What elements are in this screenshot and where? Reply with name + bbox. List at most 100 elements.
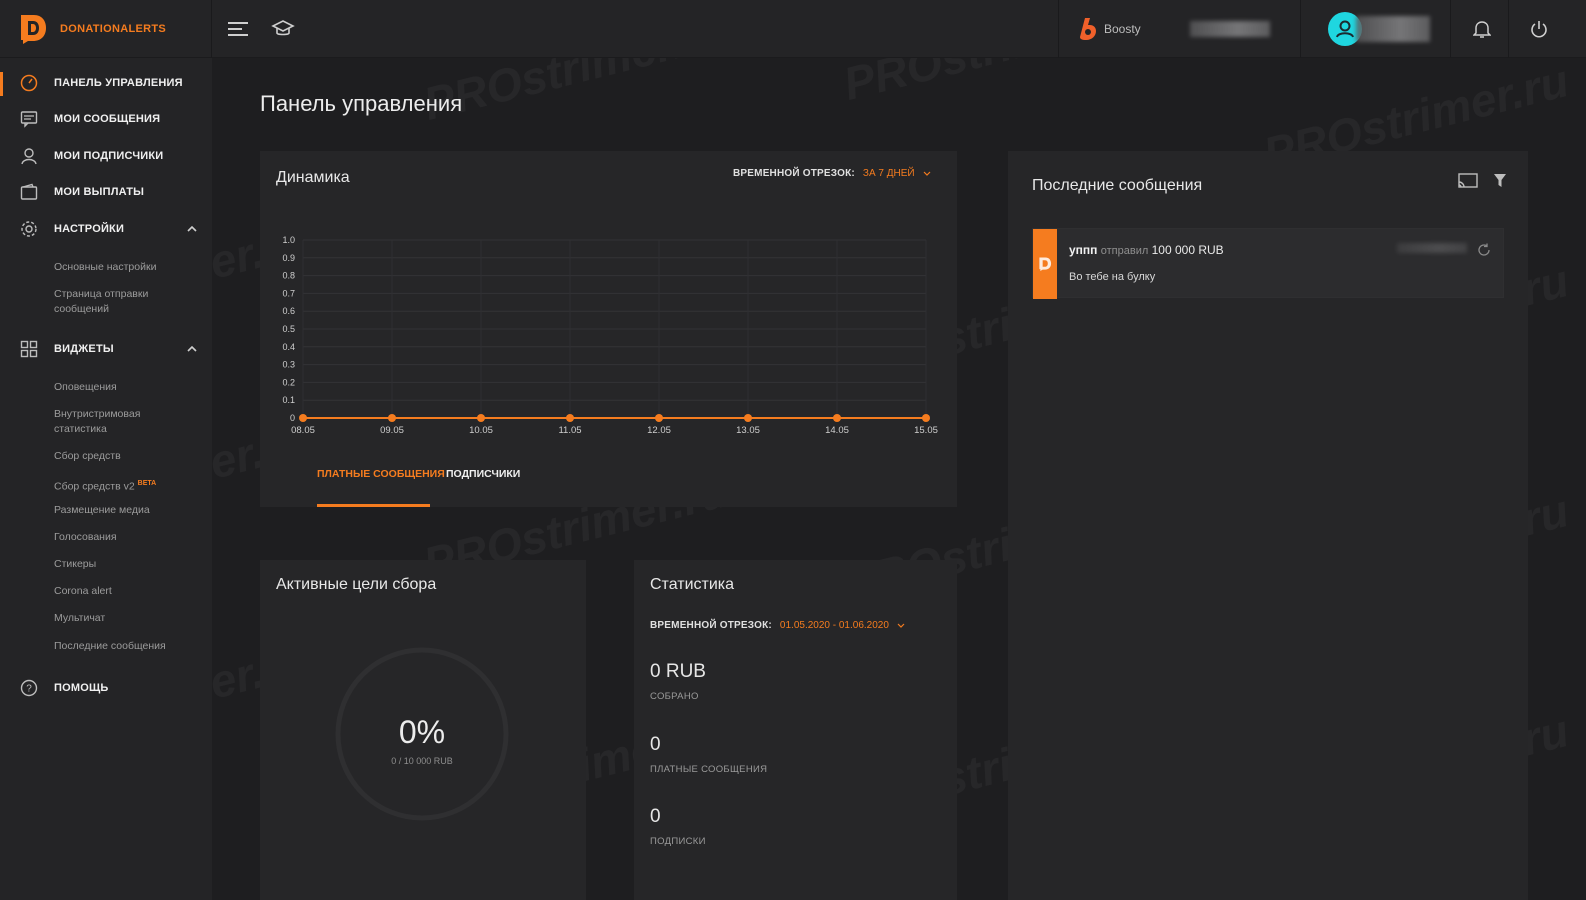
- x-tick-label: 08.05: [291, 425, 315, 436]
- divider: [211, 0, 212, 58]
- messages-icon: [19, 109, 39, 129]
- balance-redacted: [1190, 21, 1270, 37]
- x-tick-label: 10.05: [469, 425, 493, 436]
- y-tick-label: 0.7: [282, 288, 295, 298]
- wallet-icon: [19, 182, 39, 202]
- tab-subscribers[interactable]: ПОДПИСЧИКИ: [446, 468, 520, 480]
- chevron-down-icon: [923, 171, 931, 176]
- sidebar-item-label: ПАНЕЛЬ УПРАВЛЕНИЯ: [54, 77, 183, 89]
- divider: [1508, 0, 1509, 58]
- power-icon[interactable]: [1527, 17, 1551, 41]
- chevron-up-icon[interactable]: [186, 343, 198, 355]
- data-point: [566, 414, 574, 422]
- sidebar-item-payouts[interactable]: МОИ ВЫПЛАТЫ: [0, 177, 212, 207]
- sidebar-item-label: ПОМОЩЬ: [54, 682, 109, 694]
- recent-messages-title: Последние сообщения: [1032, 177, 1203, 194]
- goal-percent: 0%: [398, 714, 446, 750]
- stats-period-selector[interactable]: ВРЕМЕННОЙ ОТРЕЗОК: 01.05.2020 - 01.06.20…: [650, 620, 905, 631]
- filter-icon[interactable]: [1493, 173, 1507, 194]
- replay-icon[interactable]: [1477, 243, 1491, 262]
- sidebar-item-messages[interactable]: МОИ СООБЩЕНИЯ: [0, 104, 212, 134]
- data-point: [833, 414, 841, 422]
- sidebar: ПАНЕЛЬ УПРАВЛЕНИЯ МОИ СООБЩЕНИЯ МОИ ПОДП…: [0, 58, 212, 900]
- collected-value: 0 RUB: [650, 661, 706, 682]
- active-tab-indicator: [317, 504, 430, 507]
- widgets-sub-item[interactable]: Оповещения: [54, 380, 194, 395]
- sidebar-item-settings[interactable]: НАСТРОЙКИ: [0, 214, 212, 244]
- user-icon: [19, 146, 39, 166]
- x-tick-label: 13.05: [736, 425, 760, 436]
- settings-sub-item[interactable]: Основные настройки: [54, 260, 194, 275]
- y-tick-label: 0.1: [282, 395, 295, 405]
- graduation-cap-icon[interactable]: [271, 17, 295, 41]
- y-tick-label: 0.5: [282, 324, 295, 334]
- menu-icon[interactable]: [226, 17, 250, 41]
- data-point: [388, 414, 396, 422]
- y-tick-label: 0.6: [282, 306, 295, 316]
- paid-messages-label: ПЛАТНЫЕ СООБЩЕНИЯ: [650, 764, 768, 775]
- bell-icon[interactable]: [1470, 17, 1494, 41]
- y-tick-label: 0.4: [282, 342, 295, 352]
- sidebar-item-widgets[interactable]: ВИДЖЕТЫ: [0, 334, 212, 364]
- widgets-sub-item[interactable]: Сбор средств: [54, 449, 194, 464]
- chevron-up-icon[interactable]: [186, 223, 198, 235]
- dynamics-period-selector[interactable]: ВРЕМЕННОЙ ОТРЕЗОК: ЗА 7 ДНЕЙ: [733, 168, 931, 179]
- sidebar-item-dashboard[interactable]: ПАНЕЛЬ УПРАВЛЕНИЯ: [0, 68, 212, 98]
- widgets-sub-item[interactable]: Внутристримовая статистика: [54, 407, 194, 437]
- donor-verb: отправил: [1100, 245, 1149, 257]
- sidebar-item-label: МОИ СООБЩЕНИЯ: [54, 113, 161, 125]
- settings-sub-item[interactable]: Страница отправки сообщений: [54, 287, 194, 317]
- paid-messages-value: 0: [650, 734, 661, 755]
- sidebar-item-subscribers[interactable]: МОИ ПОДПИСЧИКИ: [0, 141, 212, 171]
- goal-progress-text: 0 / 10 000 RUB: [391, 756, 453, 766]
- data-point: [299, 414, 307, 422]
- divider: [1058, 0, 1059, 58]
- collected-label: СОБРАНО: [650, 691, 699, 702]
- widgets-icon: [19, 339, 39, 359]
- data-point: [655, 414, 663, 422]
- sidebar-item-help[interactable]: ? ПОМОЩЬ: [0, 673, 212, 703]
- x-tick-label: 15.05: [914, 425, 938, 436]
- tab-paid-messages[interactable]: ПЛАТНЫЕ СООБЩЕНИЯ: [317, 468, 445, 480]
- timestamp-redacted: [1397, 243, 1467, 253]
- divider: [1450, 0, 1451, 58]
- brand-name: DONATIONALERTS: [60, 23, 167, 35]
- period-value: 01.05.2020 - 01.06.2020: [779, 620, 889, 631]
- data-point: [477, 414, 485, 422]
- chevron-down-icon: [897, 623, 905, 628]
- sidebar-item-label: МОИ ВЫПЛАТЫ: [54, 186, 145, 198]
- data-point: [922, 414, 930, 422]
- page-title: Панель управления: [260, 91, 463, 116]
- y-tick-label: 1.0: [282, 235, 295, 245]
- user-avatar-icon: [1336, 20, 1354, 38]
- widgets-sub-item[interactable]: Стикеры: [54, 557, 194, 572]
- donation-amount: 100 000 RUB: [1151, 243, 1224, 257]
- message-item[interactable]: уппп отправил 100 000 RUB Во тебе на бул…: [1032, 228, 1504, 299]
- widgets-sub-item[interactable]: Corona alert: [54, 584, 194, 599]
- statistics-title: Статистика: [650, 576, 735, 593]
- cast-screen-icon[interactable]: [1458, 172, 1478, 195]
- message-source-badge: [1033, 229, 1057, 299]
- top-bar: DONATIONALERTS Boosty: [0, 0, 1586, 58]
- x-tick-label: 14.05: [825, 425, 849, 436]
- widgets-sub-label: Сбор средств v2: [54, 480, 135, 493]
- widgets-sub-item[interactable]: Голосования: [54, 530, 194, 545]
- period-label: ВРЕМЕННОЙ ОТРЕЗОК:: [650, 620, 772, 631]
- widgets-sub-item[interactable]: Последние сообщения: [54, 639, 194, 654]
- donationalerts-logo-icon: [1039, 257, 1052, 271]
- goals-title: Активные цели сбора: [276, 576, 437, 593]
- help-icon: ?: [19, 678, 39, 698]
- sidebar-item-label: НАСТРОЙКИ: [54, 223, 125, 235]
- period-value: ЗА 7 ДНЕЙ: [862, 168, 915, 179]
- brand-logo[interactable]: DONATIONALERTS: [18, 12, 218, 46]
- message-header: уппп отправил 100 000 RUB: [1069, 243, 1224, 257]
- data-point: [744, 414, 752, 422]
- beta-badge: BETA: [137, 480, 157, 487]
- widgets-sub-item[interactable]: Мультичат: [54, 611, 194, 626]
- widgets-sub-item[interactable]: Размещение медиа: [54, 503, 194, 518]
- statistics-card: [634, 560, 957, 900]
- gear-icon: [19, 219, 39, 239]
- widgets-sub-item-fundraise-v2[interactable]: Сбор средств v2 BETA: [54, 476, 194, 495]
- sidebar-item-label: ВИДЖЕТЫ: [54, 343, 114, 355]
- boosty-link[interactable]: Boosty: [1078, 16, 1141, 42]
